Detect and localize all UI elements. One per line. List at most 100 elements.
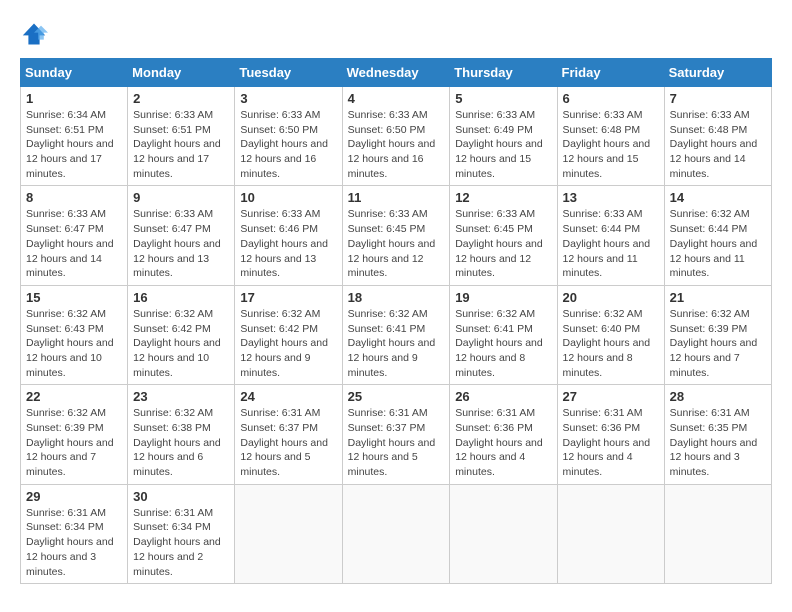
day-info: Sunrise: 6:32 AMSunset: 6:44 PMDaylight … [670, 208, 758, 279]
day-info: Sunrise: 6:32 AMSunset: 6:39 PMDaylight … [26, 407, 114, 478]
day-info: Sunrise: 6:32 AMSunset: 6:42 PMDaylight … [133, 308, 221, 379]
calendar-cell: 9 Sunrise: 6:33 AMSunset: 6:47 PMDayligh… [128, 186, 235, 285]
day-number: 26 [455, 389, 551, 404]
day-info: Sunrise: 6:33 AMSunset: 6:47 PMDaylight … [133, 208, 221, 279]
day-number: 18 [348, 290, 445, 305]
day-info: Sunrise: 6:31 AMSunset: 6:37 PMDaylight … [348, 407, 436, 478]
calendar-cell: 13 Sunrise: 6:33 AMSunset: 6:44 PMDaylig… [557, 186, 664, 285]
calendar-cell: 6 Sunrise: 6:33 AMSunset: 6:48 PMDayligh… [557, 87, 664, 186]
day-number: 30 [133, 489, 229, 504]
calendar-cell: 2 Sunrise: 6:33 AMSunset: 6:51 PMDayligh… [128, 87, 235, 186]
calendar-cell: 8 Sunrise: 6:33 AMSunset: 6:47 PMDayligh… [21, 186, 128, 285]
logo [20, 20, 52, 48]
day-info: Sunrise: 6:32 AMSunset: 6:43 PMDaylight … [26, 308, 114, 379]
day-info: Sunrise: 6:32 AMSunset: 6:42 PMDaylight … [240, 308, 328, 379]
calendar-cell: 22 Sunrise: 6:32 AMSunset: 6:39 PMDaylig… [21, 385, 128, 484]
day-info: Sunrise: 6:33 AMSunset: 6:50 PMDaylight … [240, 109, 328, 180]
day-info: Sunrise: 6:33 AMSunset: 6:45 PMDaylight … [348, 208, 436, 279]
calendar-cell: 29 Sunrise: 6:31 AMSunset: 6:34 PMDaylig… [21, 484, 128, 583]
day-info: Sunrise: 6:31 AMSunset: 6:34 PMDaylight … [133, 507, 221, 578]
calendar-cell: 1 Sunrise: 6:34 AMSunset: 6:51 PMDayligh… [21, 87, 128, 186]
calendar-cell [342, 484, 450, 583]
day-number: 3 [240, 91, 336, 106]
day-number: 28 [670, 389, 766, 404]
weekday-header-thursday: Thursday [450, 59, 557, 87]
day-info: Sunrise: 6:31 AMSunset: 6:37 PMDaylight … [240, 407, 328, 478]
calendar-cell [664, 484, 771, 583]
day-number: 10 [240, 190, 336, 205]
day-info: Sunrise: 6:33 AMSunset: 6:48 PMDaylight … [670, 109, 758, 180]
day-number: 8 [26, 190, 122, 205]
calendar-cell: 4 Sunrise: 6:33 AMSunset: 6:50 PMDayligh… [342, 87, 450, 186]
day-info: Sunrise: 6:32 AMSunset: 6:40 PMDaylight … [563, 308, 651, 379]
day-number: 23 [133, 389, 229, 404]
day-number: 20 [563, 290, 659, 305]
day-number: 22 [26, 389, 122, 404]
day-number: 15 [26, 290, 122, 305]
calendar-cell: 12 Sunrise: 6:33 AMSunset: 6:45 PMDaylig… [450, 186, 557, 285]
calendar-cell: 15 Sunrise: 6:32 AMSunset: 6:43 PMDaylig… [21, 285, 128, 384]
day-number: 21 [670, 290, 766, 305]
calendar-cell: 18 Sunrise: 6:32 AMSunset: 6:41 PMDaylig… [342, 285, 450, 384]
day-info: Sunrise: 6:32 AMSunset: 6:38 PMDaylight … [133, 407, 221, 478]
day-number: 19 [455, 290, 551, 305]
calendar-cell: 26 Sunrise: 6:31 AMSunset: 6:36 PMDaylig… [450, 385, 557, 484]
day-info: Sunrise: 6:33 AMSunset: 6:47 PMDaylight … [26, 208, 114, 279]
day-info: Sunrise: 6:33 AMSunset: 6:51 PMDaylight … [133, 109, 221, 180]
day-number: 4 [348, 91, 445, 106]
calendar-cell: 23 Sunrise: 6:32 AMSunset: 6:38 PMDaylig… [128, 385, 235, 484]
calendar-cell: 28 Sunrise: 6:31 AMSunset: 6:35 PMDaylig… [664, 385, 771, 484]
calendar-table: SundayMondayTuesdayWednesdayThursdayFrid… [20, 58, 772, 584]
calendar-cell: 19 Sunrise: 6:32 AMSunset: 6:41 PMDaylig… [450, 285, 557, 384]
calendar-cell [557, 484, 664, 583]
day-info: Sunrise: 6:31 AMSunset: 6:35 PMDaylight … [670, 407, 758, 478]
weekday-header-tuesday: Tuesday [235, 59, 342, 87]
calendar-cell: 5 Sunrise: 6:33 AMSunset: 6:49 PMDayligh… [450, 87, 557, 186]
day-number: 27 [563, 389, 659, 404]
day-number: 25 [348, 389, 445, 404]
day-info: Sunrise: 6:33 AMSunset: 6:49 PMDaylight … [455, 109, 543, 180]
day-info: Sunrise: 6:31 AMSunset: 6:36 PMDaylight … [563, 407, 651, 478]
calendar-cell: 11 Sunrise: 6:33 AMSunset: 6:45 PMDaylig… [342, 186, 450, 285]
day-number: 24 [240, 389, 336, 404]
calendar-cell: 3 Sunrise: 6:33 AMSunset: 6:50 PMDayligh… [235, 87, 342, 186]
calendar-cell: 20 Sunrise: 6:32 AMSunset: 6:40 PMDaylig… [557, 285, 664, 384]
day-info: Sunrise: 6:32 AMSunset: 6:39 PMDaylight … [670, 308, 758, 379]
day-number: 6 [563, 91, 659, 106]
day-number: 11 [348, 190, 445, 205]
day-number: 17 [240, 290, 336, 305]
day-info: Sunrise: 6:32 AMSunset: 6:41 PMDaylight … [348, 308, 436, 379]
day-number: 2 [133, 91, 229, 106]
calendar-cell: 17 Sunrise: 6:32 AMSunset: 6:42 PMDaylig… [235, 285, 342, 384]
calendar-cell: 24 Sunrise: 6:31 AMSunset: 6:37 PMDaylig… [235, 385, 342, 484]
day-info: Sunrise: 6:31 AMSunset: 6:36 PMDaylight … [455, 407, 543, 478]
weekday-header-sunday: Sunday [21, 59, 128, 87]
day-info: Sunrise: 6:32 AMSunset: 6:41 PMDaylight … [455, 308, 543, 379]
logo-icon [20, 20, 48, 48]
weekday-header-wednesday: Wednesday [342, 59, 450, 87]
weekday-header-friday: Friday [557, 59, 664, 87]
day-number: 1 [26, 91, 122, 106]
day-info: Sunrise: 6:33 AMSunset: 6:46 PMDaylight … [240, 208, 328, 279]
day-number: 9 [133, 190, 229, 205]
calendar-cell: 30 Sunrise: 6:31 AMSunset: 6:34 PMDaylig… [128, 484, 235, 583]
calendar-cell: 25 Sunrise: 6:31 AMSunset: 6:37 PMDaylig… [342, 385, 450, 484]
calendar-cell: 10 Sunrise: 6:33 AMSunset: 6:46 PMDaylig… [235, 186, 342, 285]
calendar-cell [450, 484, 557, 583]
calendar-cell: 16 Sunrise: 6:32 AMSunset: 6:42 PMDaylig… [128, 285, 235, 384]
day-info: Sunrise: 6:33 AMSunset: 6:50 PMDaylight … [348, 109, 436, 180]
day-number: 5 [455, 91, 551, 106]
day-info: Sunrise: 6:31 AMSunset: 6:34 PMDaylight … [26, 507, 114, 578]
day-number: 14 [670, 190, 766, 205]
day-number: 7 [670, 91, 766, 106]
calendar-cell [235, 484, 342, 583]
calendar-cell: 7 Sunrise: 6:33 AMSunset: 6:48 PMDayligh… [664, 87, 771, 186]
day-number: 16 [133, 290, 229, 305]
day-info: Sunrise: 6:33 AMSunset: 6:48 PMDaylight … [563, 109, 651, 180]
calendar-cell: 14 Sunrise: 6:32 AMSunset: 6:44 PMDaylig… [664, 186, 771, 285]
calendar-cell: 27 Sunrise: 6:31 AMSunset: 6:36 PMDaylig… [557, 385, 664, 484]
day-info: Sunrise: 6:33 AMSunset: 6:44 PMDaylight … [563, 208, 651, 279]
weekday-header-saturday: Saturday [664, 59, 771, 87]
calendar-cell: 21 Sunrise: 6:32 AMSunset: 6:39 PMDaylig… [664, 285, 771, 384]
day-number: 12 [455, 190, 551, 205]
